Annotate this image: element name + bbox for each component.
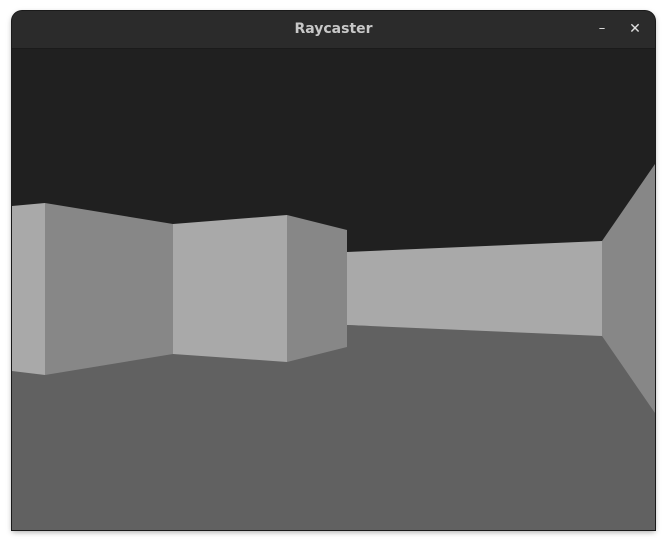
title-bar[interactable]: Raycaster – ✕ [12, 11, 655, 49]
minimize-icon: – [598, 21, 606, 36]
app-window: Raycaster – ✕ [12, 11, 655, 530]
render-viewport[interactable] [12, 49, 655, 530]
minimize-button[interactable]: – [590, 17, 614, 41]
close-icon: ✕ [629, 21, 641, 37]
wall-pillar-front [173, 215, 287, 362]
wall-left-side [45, 203, 173, 375]
wall-far-left [12, 203, 45, 375]
wall-back [347, 241, 602, 336]
wall-pillar-side [287, 215, 347, 362]
window-title: Raycaster [294, 21, 373, 37]
close-button[interactable]: ✕ [623, 17, 647, 41]
raycast-scene [12, 49, 655, 530]
